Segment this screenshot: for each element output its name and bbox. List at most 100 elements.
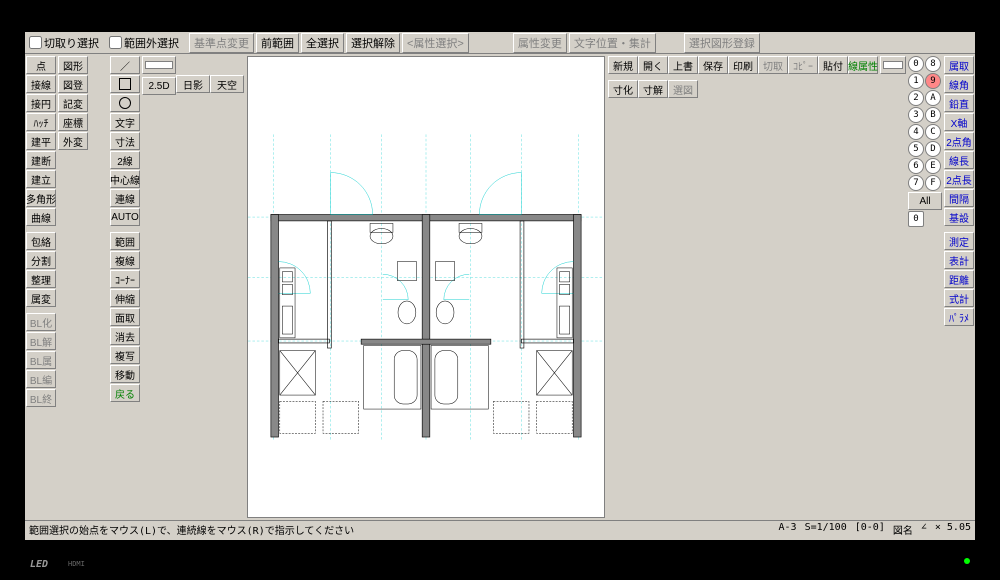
layer-btn-5[interactable]: 5 [908, 141, 924, 157]
tool-button-2線[interactable]: 2線 [110, 151, 140, 169]
tool-button-日影[interactable]: 日影 [176, 75, 210, 93]
tool-button-建断[interactable]: 建断 [26, 151, 56, 169]
tool-button-建平[interactable]: 建平 [26, 132, 56, 150]
tool-button-寸化[interactable]: 寸化 [608, 80, 638, 98]
tool-button-ｺﾋﾟｰ[interactable]: ｺﾋﾟｰ [788, 56, 818, 74]
tool-button-範囲[interactable]: 範囲 [110, 232, 140, 250]
tool-button-ﾊｯﾁ[interactable]: ﾊｯﾁ [26, 113, 56, 131]
layer-btn-4[interactable]: 4 [908, 124, 924, 140]
tool-button-切取[interactable]: 切取 [758, 56, 788, 74]
square-tool-button[interactable] [110, 75, 140, 93]
tool-button-複写[interactable]: 複写 [110, 346, 140, 364]
tool-button-保存[interactable]: 保存 [698, 56, 728, 74]
tool-button-基設[interactable]: 基設 [944, 208, 974, 226]
tool-button-印刷[interactable]: 印刷 [728, 56, 758, 74]
tool-button-寸法[interactable]: 寸法 [110, 132, 140, 150]
layer-btn-B[interactable]: B [925, 107, 941, 123]
tool-button-属変[interactable]: 属変 [26, 289, 56, 307]
tool-button-建立[interactable]: 建立 [26, 170, 56, 188]
tool-button-包絡[interactable]: 包絡 [26, 232, 56, 250]
tool-button-ﾊﾟﾗﾒ[interactable]: ﾊﾟﾗﾒ [944, 308, 974, 326]
tool-button-BL化[interactable]: BL化 [26, 313, 56, 331]
tool-button-消去[interactable]: 消去 [110, 327, 140, 345]
circle-tool-button[interactable] [110, 94, 140, 112]
layer-all-button[interactable]: All [908, 192, 942, 210]
tool-button-図形[interactable]: 図形 [58, 56, 88, 74]
tool-button-図登[interactable]: 図登 [58, 75, 88, 93]
layer-btn-6[interactable]: 6 [908, 158, 924, 174]
tool-button-線属性[interactable]: 線属性 [848, 56, 878, 74]
tool-button-分割[interactable]: 分割 [26, 251, 56, 269]
tool-button-寸解[interactable]: 寸解 [638, 80, 668, 98]
layer-btn-C[interactable]: C [925, 124, 941, 140]
tool-button-2.5D[interactable]: 2.5D [142, 77, 176, 95]
tool-button-距離[interactable]: 距離 [944, 270, 974, 288]
select-clear-button[interactable]: 選択解除 [346, 33, 400, 53]
tool-button-BL編[interactable]: BL編 [26, 370, 56, 388]
tool-button-伸縮[interactable]: 伸縮 [110, 289, 140, 307]
tool-button-座標[interactable]: 座標 [58, 113, 88, 131]
tool-button-AUTO[interactable]: AUTO [110, 208, 140, 226]
layer-btn-7[interactable]: 7 [908, 175, 924, 191]
attr-change-button[interactable]: 属性変更 [513, 33, 567, 53]
tool-button-BL終[interactable]: BL終 [26, 389, 56, 407]
tool-button-間隔[interactable]: 間隔 [944, 189, 974, 207]
tool-button-接線[interactable]: 接線 [26, 75, 56, 93]
tool-button-属取[interactable]: 属取 [944, 56, 974, 74]
tool-button-線角[interactable]: 線角 [944, 75, 974, 93]
tool-button-線長[interactable]: 線長 [944, 151, 974, 169]
tool-button-整理[interactable]: 整理 [26, 270, 56, 288]
tool-button-測定[interactable]: 測定 [944, 232, 974, 250]
layer-btn-0[interactable]: 0 [908, 56, 924, 72]
tool-button-天空[interactable]: 天空 [210, 75, 244, 93]
tool-button-多角形[interactable]: 多角形 [26, 189, 56, 207]
tool-button-記変[interactable]: 記変 [58, 94, 88, 112]
tool-button-面取[interactable]: 面取 [110, 308, 140, 326]
tool-button-2点長[interactable]: 2点長 [944, 170, 974, 188]
tool-button-文字[interactable]: 文字 [110, 113, 140, 131]
select-fig-register-button[interactable]: 選択図形登録 [684, 33, 760, 53]
range-out-select-checkbox[interactable] [109, 36, 122, 49]
tool-button-表計[interactable]: 表計 [944, 251, 974, 269]
layer-btn-E[interactable]: E [925, 158, 941, 174]
layer-btn-F[interactable]: F [925, 175, 941, 191]
tool-button-上書[interactable]: 上書 [668, 56, 698, 74]
base-point-change-button[interactable]: 基準点変更 [189, 33, 254, 53]
tool-button-開く[interactable]: 開く [638, 56, 668, 74]
tool-button-式計[interactable]: 式計 [944, 289, 974, 307]
drawing-canvas[interactable] [247, 56, 605, 518]
tool-button-外変[interactable]: 外変 [58, 132, 88, 150]
tool-button-連線[interactable]: 連線 [110, 189, 140, 207]
all-select-button[interactable]: 全選択 [301, 33, 344, 53]
tool-button-点[interactable]: 点 [26, 56, 56, 74]
tool-button-複線[interactable]: 複線 [110, 251, 140, 269]
tool-button-移動[interactable]: 移動 [110, 365, 140, 383]
layer-btn-8[interactable]: 8 [925, 56, 941, 72]
layer-group-0[interactable]: 0 [908, 211, 924, 227]
layer-btn-9[interactable]: 9 [925, 73, 941, 89]
cut-select-checkbox[interactable] [29, 36, 42, 49]
tool-button-ｺｰﾅｰ[interactable]: ｺｰﾅｰ [110, 270, 140, 288]
tool-button-貼付[interactable]: 貼付 [818, 56, 848, 74]
line-color-swatch[interactable] [880, 56, 906, 74]
tool-button-接円[interactable]: 接円 [26, 94, 56, 112]
attr-select-button[interactable]: <属性選択> [402, 33, 469, 53]
slash-tool-button[interactable]: ／ [110, 56, 140, 74]
color-swatch[interactable] [142, 56, 176, 74]
text-pos-button[interactable]: 文字位置・集計 [569, 33, 656, 53]
tool-button-BL解[interactable]: BL解 [26, 332, 56, 350]
layer-btn-D[interactable]: D [925, 141, 941, 157]
layer-btn-1[interactable]: 1 [908, 73, 924, 89]
layer-btn-2[interactable]: 2 [908, 90, 924, 106]
tool-button-新規[interactable]: 新規 [608, 56, 638, 74]
tool-button-曲線[interactable]: 曲線 [26, 208, 56, 226]
tool-button-戻る[interactable]: 戻る [110, 384, 140, 402]
prev-range-button[interactable]: 前範囲 [256, 33, 299, 53]
tool-button-選図[interactable]: 選図 [668, 80, 698, 98]
tool-button-中心線[interactable]: 中心線 [110, 170, 140, 188]
tool-button-X軸[interactable]: X軸 [944, 113, 974, 131]
layer-btn-3[interactable]: 3 [908, 107, 924, 123]
tool-button-BL属[interactable]: BL属 [26, 351, 56, 369]
tool-button-2点角[interactable]: 2点角 [944, 132, 974, 150]
layer-btn-A[interactable]: A [925, 90, 941, 106]
